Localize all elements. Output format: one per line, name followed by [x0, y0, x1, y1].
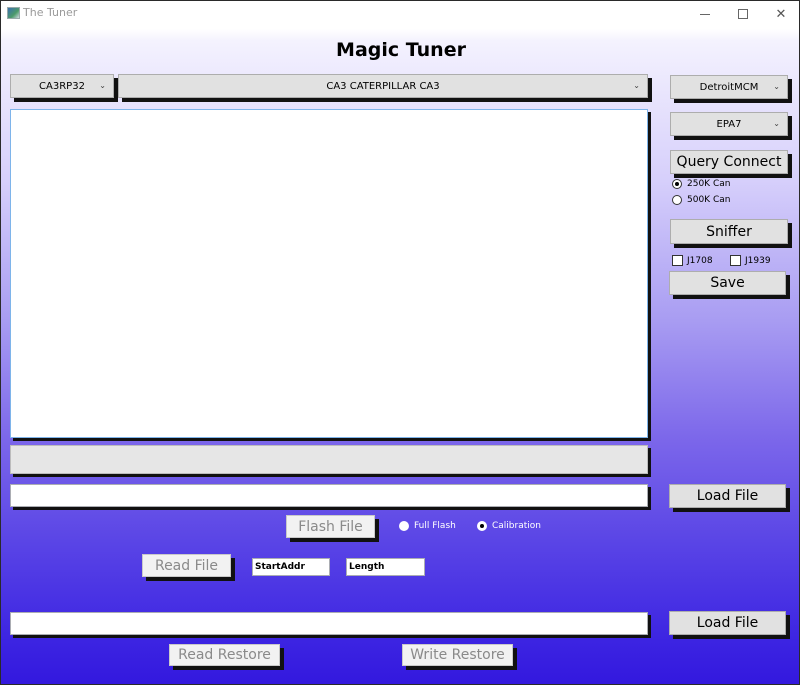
checkbox-icon — [730, 255, 741, 266]
module-select-value: CA3RP32 — [39, 80, 85, 92]
chevron-down-icon: ⌄ — [633, 80, 640, 90]
query-connect-button[interactable]: Query Connect — [670, 150, 788, 174]
read-file-button[interactable]: Read File — [142, 554, 231, 577]
app-icon — [7, 7, 20, 19]
j1939-label: J1939 — [745, 255, 771, 266]
close-icon: ✕ — [775, 6, 787, 22]
start-addr-input[interactable]: StartAddr — [252, 558, 330, 576]
full-flash-radio[interactable]: Full Flash — [399, 521, 456, 531]
maximize-button[interactable] — [723, 1, 763, 27]
progress-bar — [10, 445, 648, 474]
full-flash-label: Full Flash — [414, 521, 456, 531]
chevron-down-icon: ⌄ — [99, 80, 106, 90]
restore-load-file-button[interactable]: Load File — [669, 611, 786, 635]
sniffer-button[interactable]: Sniffer — [670, 219, 788, 244]
radio-unselected-icon — [672, 195, 682, 205]
save-button[interactable]: Save — [669, 271, 786, 295]
engine-select-value: CA3 CATERPILLAR CA3 — [326, 80, 440, 92]
title-bar: The Tuner ✕ — [1, 1, 799, 27]
length-input[interactable]: Length — [346, 558, 425, 576]
close-button[interactable]: ✕ — [761, 1, 799, 27]
read-restore-button[interactable]: Read Restore — [169, 644, 280, 666]
can-250k-radio[interactable]: 250K Can — [672, 179, 730, 189]
restore-file-path-input[interactable] — [10, 612, 648, 635]
write-restore-button[interactable]: Write Restore — [402, 644, 513, 666]
maximize-icon — [738, 9, 748, 19]
minimize-icon — [700, 13, 710, 15]
ecu-select[interactable]: DetroitMCM ⌄ — [670, 75, 788, 99]
radio-unselected-icon — [399, 521, 409, 531]
flash-file-button[interactable]: Flash File — [286, 515, 375, 538]
app-window: The Tuner ✕ Magic Tuner CA3RP32 ⌄ CA3 CA… — [0, 0, 800, 685]
can-500k-radio[interactable]: 500K Can — [672, 195, 730, 205]
j1708-checkbox[interactable]: J1708 — [672, 255, 713, 266]
log-textarea[interactable] — [10, 109, 648, 438]
chevron-down-icon: ⌄ — [773, 81, 780, 91]
flash-file-path-input[interactable] — [10, 484, 648, 507]
can-500k-label: 500K Can — [687, 195, 731, 205]
j1939-checkbox[interactable]: J1939 — [730, 255, 771, 266]
can-250k-label: 250K Can — [687, 179, 731, 189]
radio-selected-icon — [672, 179, 682, 189]
checkbox-icon — [672, 255, 683, 266]
chevron-down-icon: ⌄ — [773, 118, 780, 128]
emissions-select[interactable]: EPA7 ⌄ — [670, 112, 788, 136]
flash-load-file-button[interactable]: Load File — [669, 484, 786, 508]
module-select[interactable]: CA3RP32 ⌄ — [10, 74, 114, 98]
emissions-select-value: EPA7 — [716, 118, 742, 130]
calibration-radio[interactable]: Calibration — [477, 521, 541, 531]
page-title: Magic Tuner — [336, 39, 466, 61]
ecu-select-value: DetroitMCM — [699, 81, 759, 93]
minimize-button[interactable] — [685, 1, 725, 27]
engine-select[interactable]: CA3 CATERPILLAR CA3 ⌄ — [118, 74, 648, 98]
j1708-label: J1708 — [687, 255, 713, 266]
radio-selected-icon — [477, 521, 487, 531]
window-title: The Tuner — [23, 6, 78, 19]
calibration-label: Calibration — [492, 521, 541, 531]
